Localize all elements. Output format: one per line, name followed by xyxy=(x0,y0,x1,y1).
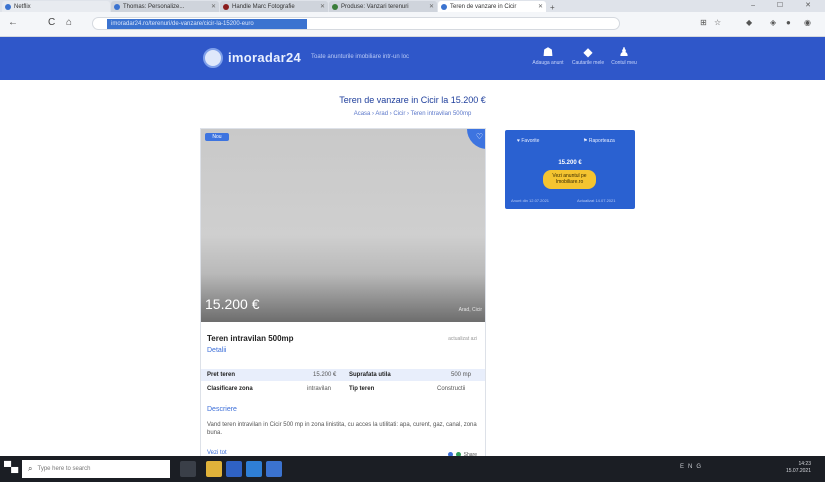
spec-key: Tip teren xyxy=(349,386,375,392)
window-controls[interactable]: – ☐ ✕ xyxy=(751,1,821,9)
site-header: imoradar24 Toate anunturile imobiliare i… xyxy=(0,37,825,80)
new-tab-button[interactable]: + xyxy=(550,3,555,12)
spec-value: Constructii xyxy=(437,386,466,392)
search-placeholder: Type here to search xyxy=(37,466,91,472)
close-icon[interactable]: ✕ xyxy=(429,3,434,10)
spec-key: Pret teren xyxy=(207,372,236,378)
close-icon[interactable]: ✕ xyxy=(320,3,325,10)
address-bar[interactable]: imoradar24.ro/terenuri/de-vanzare/cicir-… xyxy=(92,17,620,30)
tab-favicon xyxy=(114,3,120,10)
back-button[interactable]: ← xyxy=(8,17,18,28)
listing-description: Vand teren intravilan in Cicir 500 mp in… xyxy=(207,422,477,436)
browser-tab[interactable]: Netflix xyxy=(2,1,110,12)
listing-card: Nou ♡ 15.200 € Arad, Cicir Teren intravi… xyxy=(200,128,486,465)
tray-language[interactable]: ENG xyxy=(680,464,705,470)
star-icon[interactable]: ☆ xyxy=(714,18,721,27)
edge-icon[interactable] xyxy=(246,461,262,477)
browser-tab[interactable]: Thomas: Personalize... ✕ xyxy=(111,1,219,12)
file-explorer-icon[interactable] xyxy=(206,461,222,477)
site-tagline: Toate anunturile imobiliare intr-un loc xyxy=(311,54,410,60)
contact-card: ♥ Favorite ⚑ Raporteaza 15.200 € Vezi an… xyxy=(505,130,635,209)
search-icon: ⌕ xyxy=(28,464,33,473)
tab-favicon xyxy=(332,3,338,10)
extension-icon[interactable]: ◆ xyxy=(746,18,752,27)
mail-icon[interactable] xyxy=(266,461,282,477)
posted-date: Anunt din 12.07.2021 xyxy=(511,198,550,203)
listing-photo[interactable]: Nou ♡ 15.200 € Arad, Cicir xyxy=(201,129,485,322)
nav-label: Adauga anunt xyxy=(532,60,564,66)
updated-date: Actualizat 14.07.2021 xyxy=(577,198,616,203)
tab-label: Teren de vanzare in Cicir xyxy=(450,3,517,10)
spec-row: Pret teren 15.200 € Suprafata utila 500 … xyxy=(201,369,485,381)
description-heading: Descriere xyxy=(207,406,237,413)
favorite-button[interactable]: ♥ Favorite xyxy=(517,138,539,144)
details-link[interactable]: Detalii xyxy=(207,347,226,354)
breadcrumb[interactable]: Acasa › Arad › Cicir › Teren intravilan … xyxy=(0,111,825,117)
nav-label: Cautarile mele xyxy=(571,60,605,66)
report-label: Raporteaza xyxy=(588,138,615,144)
listing-price: 15.200 € xyxy=(205,296,260,312)
extension-icon[interactable]: ◈ xyxy=(770,18,776,27)
site-logo[interactable]: imoradar24 xyxy=(228,50,301,65)
browser-toolbar: ← C ⌂ imoradar24.ro/terenuri/de-vanzare/… xyxy=(0,12,825,37)
listing-title[interactable]: Teren intravilan 500mp xyxy=(207,334,294,343)
clock-date: 15.07.2021 xyxy=(785,468,811,474)
nav-my-account[interactable]: ♟ Contul meu xyxy=(604,44,644,66)
taskbar: ▀▄ ⌕ Type here to search ENG 14:23 15.07… xyxy=(0,456,825,482)
spec-value: 500 mp xyxy=(451,372,472,378)
browser-tab[interactable]: Produse: Vanzari terenuri ✕ xyxy=(329,1,437,12)
spec-key: Suprafata utila xyxy=(349,372,391,378)
nav-my-searches[interactable]: ◆ Cautarile mele xyxy=(568,44,608,66)
windows-start-icon[interactable]: ▀▄ xyxy=(4,462,18,476)
close-icon[interactable]: ✕ xyxy=(211,3,216,10)
reader-icon[interactable]: ⊞ xyxy=(700,18,707,27)
chrome-icon[interactable] xyxy=(226,461,242,477)
taskbar-clock[interactable]: 14:23 15.07.2021 xyxy=(786,461,811,475)
tab-favicon xyxy=(223,3,229,10)
extension-icon[interactable]: ● xyxy=(786,18,791,27)
listing-badge: Nou xyxy=(205,133,229,141)
heart-icon[interactable]: ♡ xyxy=(467,129,485,149)
nav-add-listing[interactable]: ☗ Adauga anunt xyxy=(528,44,568,66)
tab-label: Produse: Vanzari terenuri xyxy=(341,3,409,10)
sidebar-price: 15.200 € xyxy=(558,160,582,166)
browser-tab[interactable]: Handle Marc Fotografie ✕ xyxy=(220,1,328,12)
spec-value: 15.200 € xyxy=(313,372,337,378)
home-button[interactable]: ⌂ xyxy=(66,17,72,28)
tab-label: Thomas: Personalize... xyxy=(123,3,185,10)
tag-icon: ◆ xyxy=(583,45,593,59)
tab-favicon xyxy=(5,3,11,10)
taskbar-search-input[interactable]: ⌕ Type here to search xyxy=(22,460,170,478)
tab-label: Handle Marc Fotografie xyxy=(232,3,295,10)
spec-key: Clasificare zona xyxy=(207,386,253,392)
photo-location: Arad, Cicir xyxy=(458,307,482,313)
refresh-button[interactable]: C xyxy=(48,17,55,28)
home-icon: ☗ xyxy=(542,45,554,59)
browser-tab-active[interactable]: Teren de vanzare in Cicir ✕ xyxy=(438,1,546,12)
favorite-label: Favorite xyxy=(521,138,540,144)
user-icon: ♟ xyxy=(618,45,630,59)
view-listing-button[interactable]: Vezi anuntul pe Imobiliare.ro xyxy=(543,170,596,189)
spec-value: intravilan xyxy=(307,386,332,392)
spec-row: Clasificare zona intravilan Tip teren Co… xyxy=(201,383,485,395)
profile-icon[interactable]: ◉ xyxy=(804,18,811,27)
tab-favicon xyxy=(441,3,447,10)
logo-icon[interactable] xyxy=(203,48,223,68)
nav-label: Contul meu xyxy=(611,60,637,66)
page-title: Teren de vanzare in Cicir la 15.200 € xyxy=(339,95,486,105)
address-text-selected[interactable]: imoradar24.ro/terenuri/de-vanzare/cicir-… xyxy=(107,19,307,29)
browser-tab-strip: Netflix Thomas: Personalize... ✕ Handle … xyxy=(0,0,825,12)
clock-time: 14:23 xyxy=(798,461,811,467)
task-view-icon[interactable] xyxy=(180,461,196,477)
report-button[interactable]: ⚑ Raporteaza xyxy=(583,138,615,144)
listing-date: actualizat azi xyxy=(448,336,477,342)
tab-label: Netflix xyxy=(14,3,31,10)
close-icon[interactable]: ✕ xyxy=(538,3,543,10)
